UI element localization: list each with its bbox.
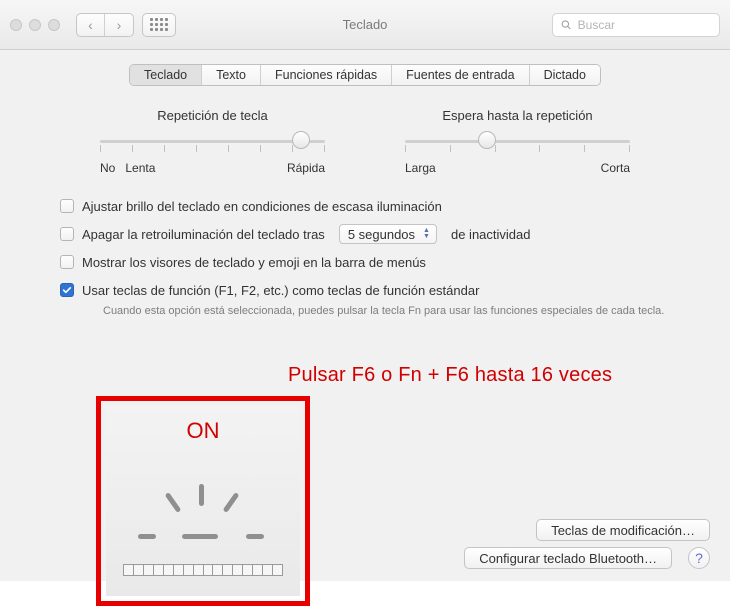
options-list: Ajustar brillo del teclado en condicione… — [60, 195, 712, 317]
annotation-instruction: Pulsar F6 o Fn + F6 hasta 16 veces — [288, 364, 612, 387]
grid-icon — [150, 18, 168, 31]
search-field[interactable] — [552, 13, 720, 37]
toolbar: ‹ › Teclado — [0, 0, 730, 50]
label-slow: Lenta — [125, 161, 155, 175]
tab-shortcuts[interactable]: Funciones rápidas — [261, 65, 392, 85]
help-button[interactable]: ? — [688, 547, 710, 569]
stepper-chevrons-icon: ▲▼ — [423, 228, 430, 240]
hint-use-fn-keys: Cuando esta opción está seleccionada, pu… — [103, 305, 712, 317]
slider-knob-icon[interactable] — [292, 131, 308, 151]
back-button[interactable]: ‹ — [77, 14, 105, 36]
key-repeat-slider-group: Repetición de tecla No Lenta Rápida — [100, 108, 325, 175]
tab-keyboard[interactable]: Teclado — [130, 65, 202, 85]
checkbox-adjust-brightness[interactable] — [60, 199, 74, 213]
delay-slider[interactable] — [405, 133, 630, 155]
show-all-button[interactable] — [142, 13, 176, 37]
label-long: Larga — [405, 161, 436, 175]
slider-knob-icon[interactable] — [478, 131, 494, 151]
key-repeat-slider[interactable] — [100, 133, 325, 155]
label-adjust-brightness: Ajustar brillo del teclado en condicione… — [82, 199, 442, 214]
nav-back-forward: ‹ › — [76, 13, 134, 37]
search-icon — [561, 19, 572, 31]
label-show-viewers: Mostrar los visores de teclado y emoji e… — [82, 255, 426, 270]
checkbox-turn-off-backlight[interactable] — [60, 227, 74, 241]
annotation-overlay-title: ON — [106, 418, 300, 444]
checkbox-use-fn-keys[interactable] — [60, 283, 74, 297]
tab-dictation[interactable]: Dictado — [530, 65, 600, 85]
label-use-fn-keys: Usar teclas de función (F1, F2, etc.) co… — [82, 283, 479, 298]
brightness-level-bar — [123, 564, 283, 576]
tab-text[interactable]: Texto — [202, 65, 261, 85]
checkmark-icon — [62, 285, 72, 295]
annotation-overlay-box: ON — [96, 396, 310, 606]
popup-value: 5 segundos — [348, 227, 415, 242]
traffic-lights — [10, 19, 60, 31]
label-off: No — [100, 161, 115, 175]
label-turn-off-backlight-after: de inactividad — [451, 227, 531, 242]
delay-slider-group: Espera hasta la repetición Larga Corta — [405, 108, 630, 175]
forward-button[interactable]: › — [105, 14, 133, 36]
label-fast: Rápida — [287, 161, 325, 175]
zoom-window-button[interactable] — [48, 19, 60, 31]
backlight-timeout-popup[interactable]: 5 segundos ▲▼ — [339, 224, 437, 244]
search-input[interactable] — [578, 18, 711, 32]
configure-bluetooth-button[interactable]: Configurar teclado Bluetooth… — [464, 547, 672, 569]
tab-bar: Teclado Texto Funciones rápidas Fuentes … — [0, 50, 730, 96]
tab-input-sources[interactable]: Fuentes de entrada — [392, 65, 529, 85]
delay-title: Espera hasta la repetición — [405, 108, 630, 123]
keyboard-pane: Repetición de tecla No Lenta Rápida Espe… — [0, 96, 730, 581]
checkbox-show-viewers[interactable] — [60, 255, 74, 269]
chevron-right-icon: › — [117, 18, 122, 32]
brightness-icon — [138, 494, 268, 554]
label-turn-off-backlight-before: Apagar la retroiluminación del teclado t… — [82, 227, 325, 242]
key-repeat-title: Repetición de tecla — [100, 108, 325, 123]
chevron-left-icon: ‹ — [88, 18, 93, 32]
window-title: Teclado — [343, 17, 388, 32]
modifier-keys-button[interactable]: Teclas de modificación… — [536, 519, 710, 541]
minimize-window-button[interactable] — [29, 19, 41, 31]
label-short: Corta — [601, 161, 630, 175]
close-window-button[interactable] — [10, 19, 22, 31]
